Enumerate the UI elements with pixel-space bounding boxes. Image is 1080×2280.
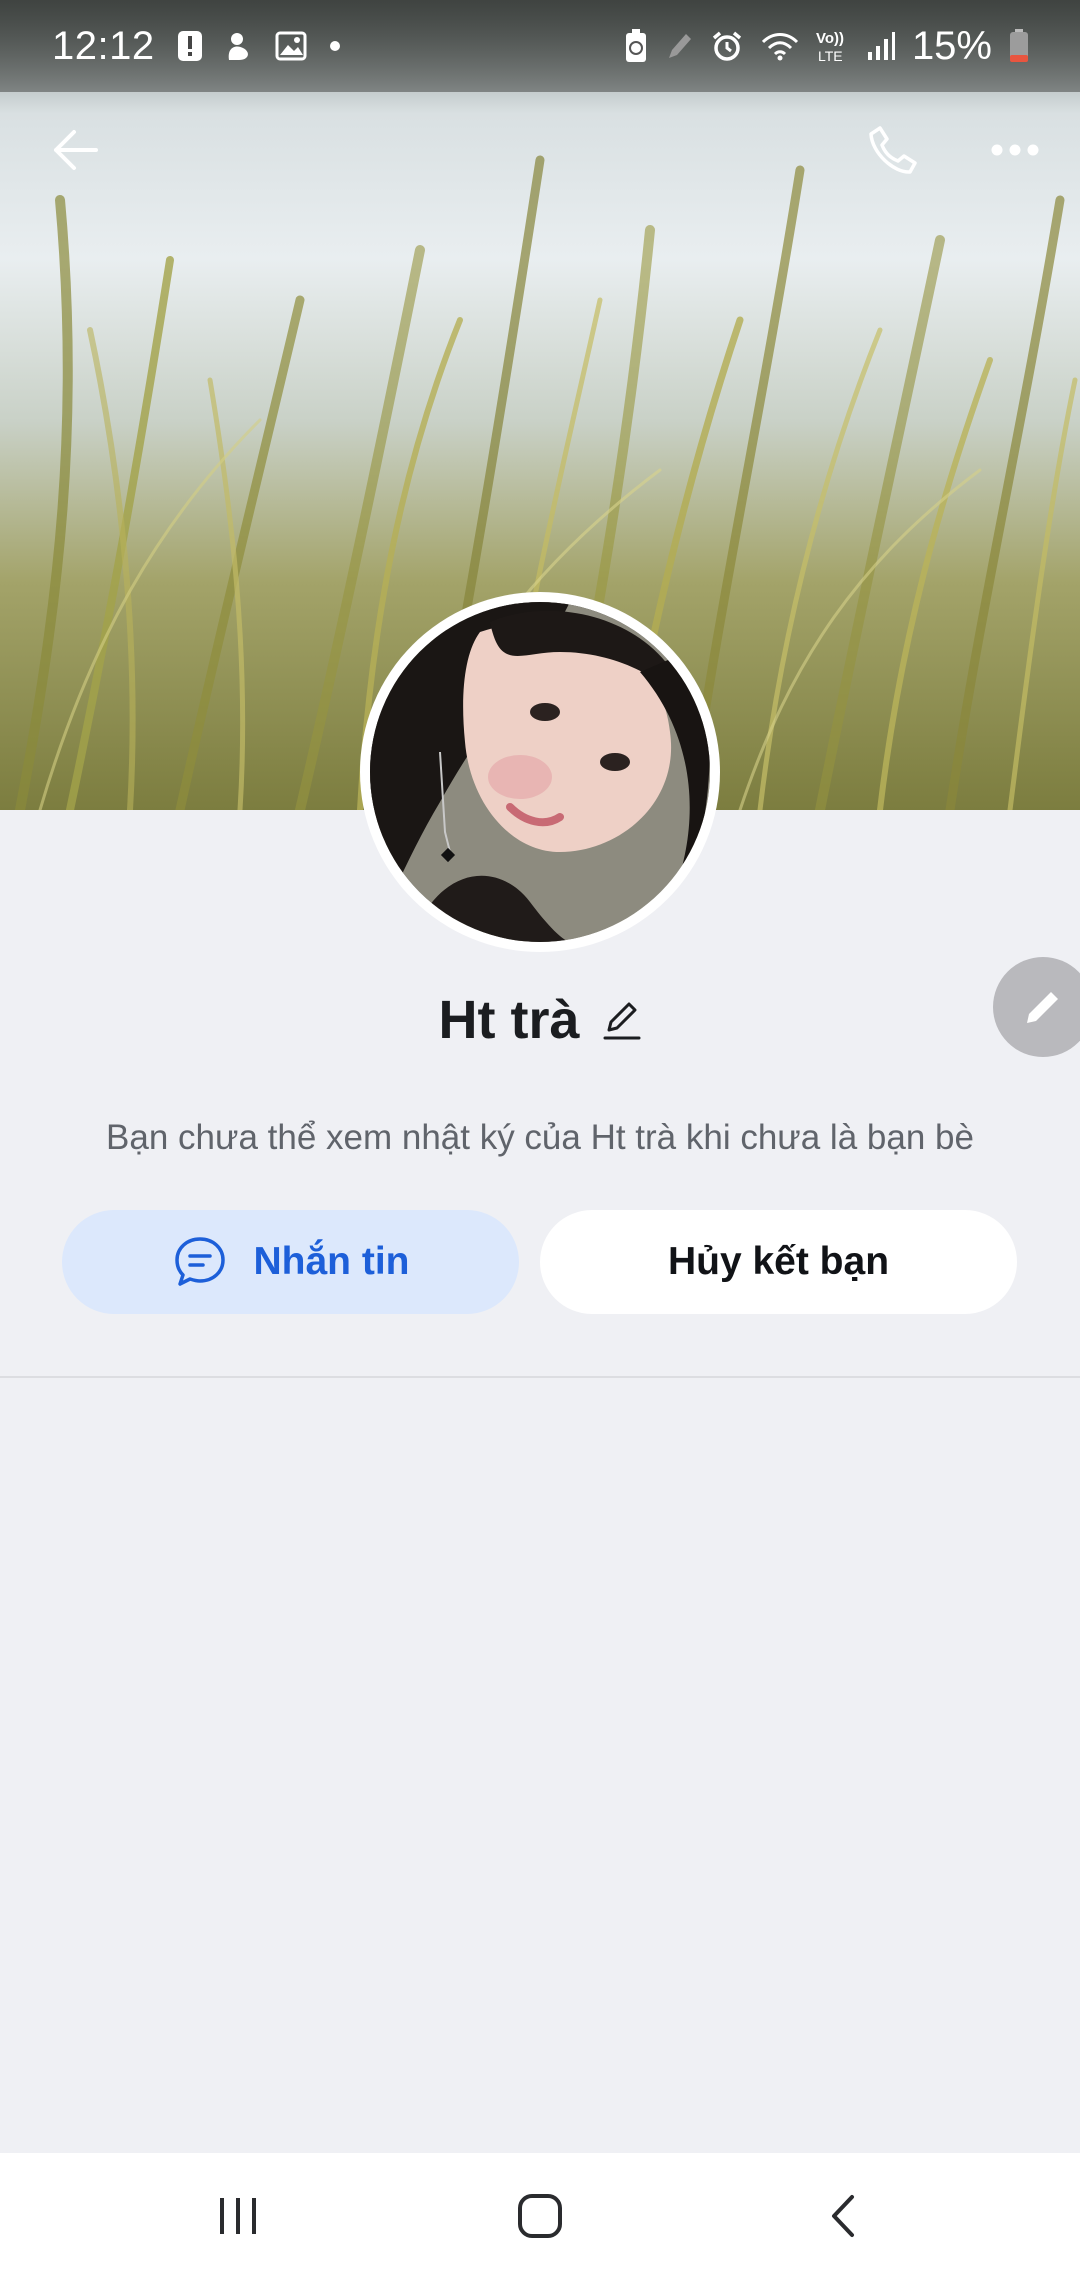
more-button[interactable] [980,110,1050,190]
duck-icon [225,30,253,62]
back-button[interactable] [40,110,110,190]
alarm-icon [710,29,744,63]
status-time: 12:12 [52,23,155,68]
avatar-illustration [370,602,710,942]
message-button[interactable]: Nhắn tin [62,1210,519,1314]
avatar-frame[interactable] [360,592,720,952]
signal-icon [866,30,896,62]
unfriend-button[interactable]: Hủy kết bạn [540,1210,1017,1314]
more-icon [991,144,1039,156]
avatar [370,602,710,942]
recents-icon [220,2198,256,2234]
unfriend-button-label: Hủy kết bạn [667,1240,890,1283]
profile-name-row: Ht trà [0,985,1080,1055]
status-left-icons [177,30,341,62]
battery-icon [1008,28,1030,64]
phone-icon [869,126,917,174]
pen-icon [664,30,694,62]
status-right-icons: Vo)) LTE 15% [624,24,1030,69]
recents-button[interactable] [188,2171,288,2261]
home-button[interactable] [490,2171,590,2261]
wifi-icon [760,30,800,62]
svg-text:LTE: LTE [818,48,843,64]
alert-icon [177,30,203,62]
profile-name: Ht trà [438,990,580,1050]
top-action-bar [0,110,1080,190]
volte-icon: Vo)) LTE [816,28,850,64]
nav-back-button[interactable] [793,2171,893,2261]
chat-bubble-icon [174,1237,225,1286]
battery-saver-icon [624,28,648,64]
edit-name-button[interactable] [602,997,642,1043]
battery-percent: 15% [911,23,992,68]
call-button[interactable] [858,110,928,190]
profile-screen: 12:12 Vo)) LTE 15% Ht trà Bạn chưa thể x… [0,0,1080,2280]
dot-icon [329,40,341,52]
section-divider [0,1376,1080,1378]
system-nav-bar [0,2153,1080,2280]
home-icon [518,2194,562,2238]
gallery-icon [275,31,307,61]
back-arrow-icon [54,130,98,170]
privacy-notice: Bạn chưa thể xem nhật ký của Ht trà khi … [106,1118,974,1157]
message-button-label: Nhắn tin [253,1240,410,1283]
edit-pencil-icon [603,1002,640,1040]
status-bar: 12:12 Vo)) LTE 15% [0,0,1080,92]
svg-text:Vo)): Vo)) [816,30,844,47]
back-icon [832,2195,854,2237]
